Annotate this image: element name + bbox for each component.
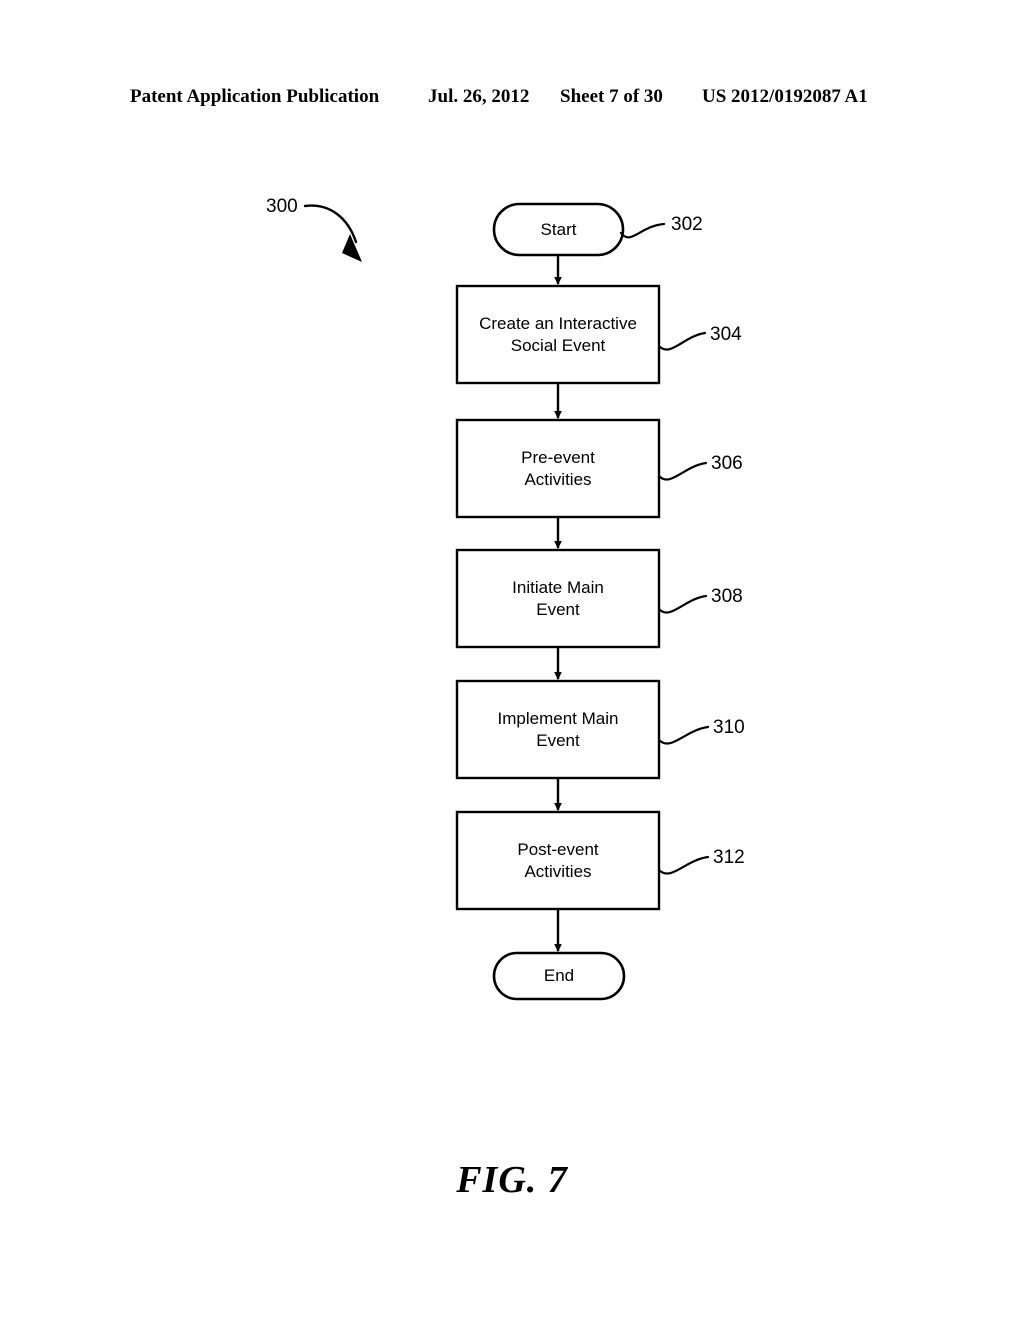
node-308-label: Initiate Main Event <box>512 577 604 619</box>
lead-line-308 <box>657 594 708 614</box>
node-304-label: Create an Interactive Social Event <box>479 313 637 355</box>
diagram-numeral-arrow <box>303 204 362 262</box>
node-312-label: Post-event Activities <box>517 839 599 881</box>
lead-line-306 <box>657 461 708 481</box>
figure-caption: FIG. 7 <box>456 1159 568 1201</box>
reference-numeral-304: 304 <box>710 324 742 345</box>
node-306-label: Pre-event Activities <box>521 447 595 489</box>
reference-numeral-310: 310 <box>713 717 745 738</box>
node-start-label: Start <box>540 219 577 239</box>
node-end-label: End <box>543 966 575 985</box>
node-310-label: Implement Main Event <box>497 708 619 750</box>
lead-line-302 <box>619 222 666 239</box>
flowchart-graphics <box>303 202 710 1001</box>
reference-numeral-306: 306 <box>711 453 743 474</box>
lead-line-310 <box>657 725 710 745</box>
patent-figure: Start Create an Interactive Social Event… <box>0 0 1024 1320</box>
reference-numeral-302: 302 <box>671 214 703 235</box>
reference-numeral-300: 300 <box>266 196 298 217</box>
reference-numeral-312: 312 <box>713 847 745 868</box>
reference-numeral-308: 308 <box>711 586 743 607</box>
lead-line-304 <box>657 331 707 351</box>
lead-line-312 <box>657 855 710 875</box>
